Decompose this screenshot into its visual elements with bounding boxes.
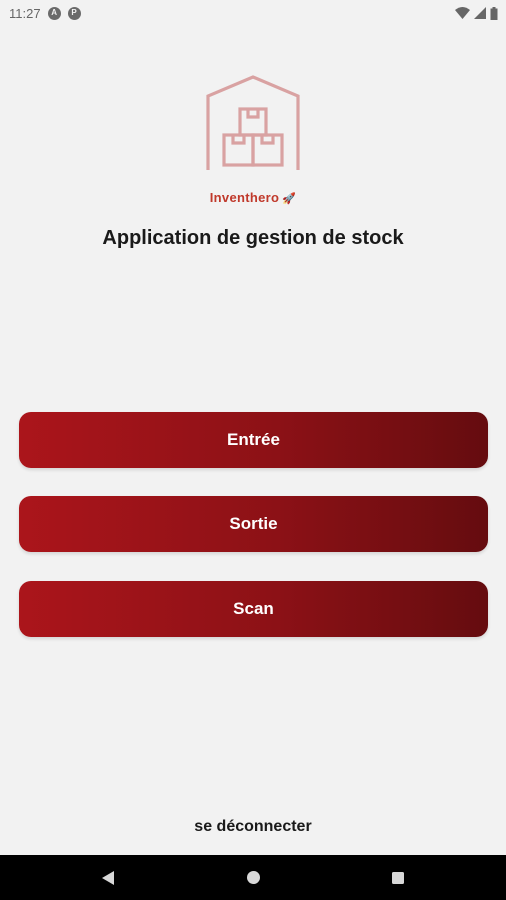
status-bar: 11:27 A P <box>0 0 506 26</box>
recents-icon <box>392 871 404 884</box>
recents-button[interactable] <box>388 868 408 888</box>
status-time: 11:27 <box>9 5 41 21</box>
page-title: Application de gestion de stock <box>102 227 404 249</box>
battery-icon <box>490 6 498 20</box>
back-icon <box>102 870 114 885</box>
sortie-button[interactable]: Sortie <box>19 496 488 552</box>
rocket-icon: 🚀 <box>282 193 297 205</box>
home-screen: 11:27 A P Inventhero 🚀 Application de ge… <box>0 0 506 900</box>
status-right <box>455 6 498 20</box>
logout-link[interactable]: se déconnecter <box>0 818 506 836</box>
wifi-icon <box>455 7 470 19</box>
brand-name: Inventhero <box>209 190 280 205</box>
navigation-bar <box>0 855 506 900</box>
back-button[interactable] <box>98 868 118 888</box>
home-button[interactable] <box>243 868 263 888</box>
entree-button[interactable]: Entrée <box>19 412 488 468</box>
app-a-icon: A <box>47 6 61 20</box>
scan-button[interactable]: Scan <box>19 581 488 637</box>
warehouse-boxes-icon <box>206 75 300 170</box>
status-left: 11:27 A P <box>9 6 81 21</box>
signal-icon <box>474 7 486 19</box>
app-p-icon: P <box>67 6 81 20</box>
brand-label: Inventhero 🚀 <box>0 190 506 205</box>
home-icon <box>246 871 260 884</box>
